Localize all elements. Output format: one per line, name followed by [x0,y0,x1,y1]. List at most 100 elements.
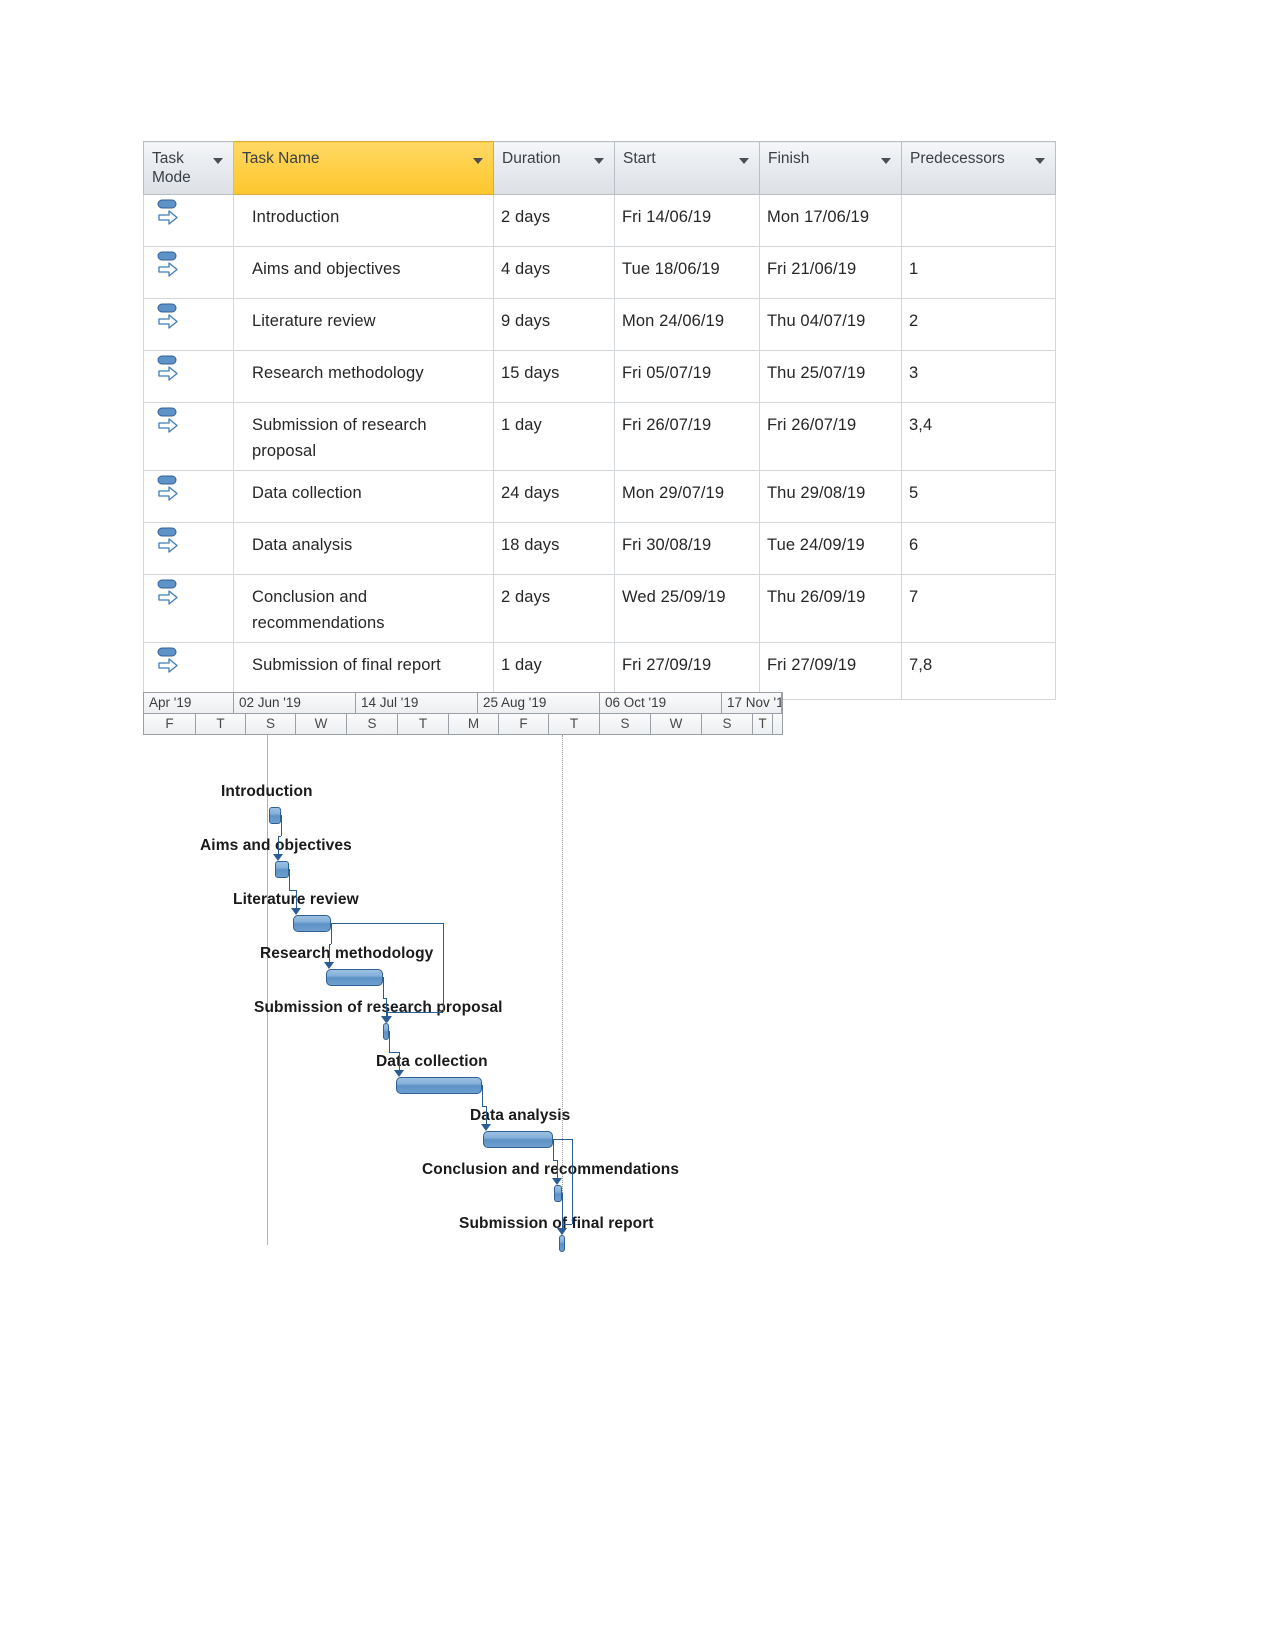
cell-task-name[interactable]: Submission of final report [233,642,494,700]
table-row[interactable]: Research methodology 15 days Fri 05/07/19 T… [143,350,1056,403]
table-row[interactable]: Literature review 9 days Mon 24/06/19 Thu 0… [143,298,1056,351]
cell-finish[interactable]: Fri 21/06/19 [759,246,902,299]
cell-start[interactable]: Fri 27/09/19 [614,642,760,700]
cell-finish[interactable]: Thu 26/09/19 [759,574,902,643]
timeline-day-cell: M [449,714,499,734]
cell-task-name[interactable]: Research methodology [233,350,494,403]
cell-task-name[interactable]: Introduction [233,194,494,247]
gantt-bar[interactable] [554,1185,562,1202]
cell-duration[interactable]: 9 days [493,298,615,351]
column-header-finish[interactable]: Finish [759,141,902,195]
cell-task-mode[interactable] [143,246,234,299]
gantt-bar[interactable] [293,915,331,932]
cell-duration[interactable]: 24 days [493,470,615,523]
cell-finish[interactable]: Thu 25/07/19 [759,350,902,403]
cell-predecessors[interactable]: 5 [901,470,1056,523]
column-header-task-mode[interactable]: Task Mode [143,141,234,195]
table-row[interactable]: Data collection 24 days Mon 29/07/19 Thu 29… [143,470,1056,523]
table-row[interactable]: Data analysis 18 days Fri 30/08/19 Tue 24/0… [143,522,1056,575]
chevron-down-icon[interactable] [881,158,891,164]
cell-predecessors[interactable]: 1 [901,246,1056,299]
cell-task-name[interactable]: Data analysis [233,522,494,575]
cell-finish[interactable]: Thu 04/07/19 [759,298,902,351]
table-row[interactable]: Submission of research proposal 1 day Fri … [143,402,1056,471]
cell-task-name-text: Data analysis [252,536,353,554]
cell-task-name[interactable]: Submission of research proposal [233,402,494,471]
column-header-task-name[interactable]: Task Name [233,141,494,195]
cell-task-name[interactable]: Literature review [233,298,494,351]
cell-start[interactable]: Wed 25/09/19 [614,574,760,643]
cell-finish[interactable]: Thu 29/08/19 [759,470,902,523]
cell-task-mode[interactable] [143,522,234,575]
cell-task-mode[interactable] [143,574,234,643]
cell-task-mode[interactable] [143,402,234,471]
gantt-bar[interactable] [396,1077,482,1094]
gantt-bar[interactable] [269,807,281,824]
dependency-link [389,1031,390,1052]
cell-duration[interactable]: 4 days [493,246,615,299]
dependency-link [278,836,279,854]
gantt-bar[interactable] [483,1131,553,1148]
cell-predecessors[interactable]: 3 [901,350,1056,403]
chevron-down-icon[interactable] [473,158,483,164]
cell-task-mode[interactable] [143,350,234,403]
chevron-down-icon[interactable] [594,158,604,164]
cell-task-name[interactable]: Aims and objectives [233,246,494,299]
cell-task-name[interactable]: Conclusion and recommendations [233,574,494,643]
cell-task-mode[interactable] [143,194,234,247]
cell-start-text: Fri 14/06/19 [622,208,712,226]
table-row[interactable]: Submission of final report 1 day Fri 27/09… [143,642,1056,700]
column-header-label: Task Mode [152,150,191,186]
cell-predecessors[interactable]: 7,8 [901,642,1056,700]
cell-task-mode[interactable] [143,298,234,351]
chevron-down-icon[interactable] [213,158,223,164]
cell-duration[interactable]: 1 day [493,402,615,471]
cell-duration[interactable]: 2 days [493,574,615,643]
table-row[interactable]: Introduction 2 days Fri 14/06/19 Mon 17/06/… [143,194,1056,247]
cell-task-name[interactable]: Data collection [233,470,494,523]
table-row[interactable]: Conclusion and recommendations 2 days Wed … [143,574,1056,643]
cell-predecessors[interactable] [901,194,1056,247]
gantt-bar[interactable] [559,1235,565,1252]
chevron-down-icon[interactable] [1035,158,1045,164]
cell-duration[interactable]: 2 days [493,194,615,247]
gantt-bar[interactable] [275,861,289,878]
cell-finish[interactable]: Fri 27/09/19 [759,642,902,700]
cell-finish[interactable]: Mon 17/06/19 [759,194,902,247]
cell-task-mode[interactable] [143,642,234,700]
column-header-predecessors[interactable]: Predecessors [901,141,1056,195]
cell-start[interactable]: Fri 30/08/19 [614,522,760,575]
cell-duration[interactable]: 15 days [493,350,615,403]
status-line [562,735,563,1203]
cell-start[interactable]: Tue 18/06/19 [614,246,760,299]
cell-duration[interactable]: 1 day [493,642,615,700]
timeline-day-cell: S [600,714,651,734]
timeline-major-cell: 06 Oct '19 [600,693,722,713]
cell-start[interactable]: Fri 26/07/19 [614,402,760,471]
gantt-bar[interactable] [326,969,383,986]
cell-finish[interactable]: Tue 24/09/19 [759,522,902,575]
cell-task-name-text: Introduction [252,208,340,226]
timeline-day-cell: F [499,714,549,734]
cell-task-mode[interactable] [143,470,234,523]
chevron-down-icon[interactable] [739,158,749,164]
cell-start[interactable]: Fri 14/06/19 [614,194,760,247]
table-row[interactable]: Aims and objectives 4 days Tue 18/06/19 Fri… [143,246,1056,299]
timeline-day-cell: S [347,714,398,734]
cell-predecessors-text: 2 [909,312,919,330]
cell-start[interactable]: Fri 05/07/19 [614,350,760,403]
dependency-arrow-icon [291,908,301,915]
cell-duration[interactable]: 18 days [493,522,615,575]
timeline-major-cell: 25 Aug '19 [478,693,600,713]
cell-start[interactable]: Mon 29/07/19 [614,470,760,523]
cell-predecessors[interactable]: 2 [901,298,1056,351]
column-header-start[interactable]: Start [614,141,760,195]
cell-start[interactable]: Mon 24/06/19 [614,298,760,351]
auto-schedule-icon [156,525,186,559]
cell-predecessors[interactable]: 6 [901,522,1056,575]
column-header-duration[interactable]: Duration [493,141,615,195]
cell-predecessors[interactable]: 3,4 [901,402,1056,471]
cell-predecessors[interactable]: 7 [901,574,1056,643]
cell-task-name-text: Conclusion and recommendations [252,588,385,632]
cell-finish[interactable]: Fri 26/07/19 [759,402,902,471]
